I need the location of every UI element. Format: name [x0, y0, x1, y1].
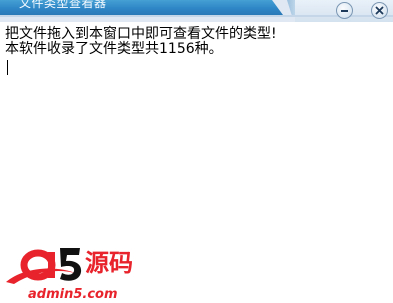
close-icon [375, 6, 384, 15]
title-divider [0, 15, 393, 17]
minimize-icon [341, 10, 348, 12]
window-title: 文件类型查看器 [19, 0, 107, 10]
svg-text:admin5.com: admin5.com [28, 287, 118, 302]
svg-text:源码: 源码 [85, 249, 133, 277]
minimize-button[interactable] [336, 2, 353, 19]
title-bar[interactable]: 文件类型查看器 [0, 0, 393, 22]
count-line: 本软件收录了文件类型共1156种。 [5, 41, 223, 57]
admin5-watermark-logo: 源码 admin5.com [6, 248, 133, 302]
info-text-box[interactable]: 把文件拖入到本窗口中即可查看文件的类型! 本软件收录了文件类型共1156种。 [5, 27, 390, 252]
instruction-line: 把文件拖入到本窗口中即可查看文件的类型! [5, 26, 277, 42]
text-caret [7, 60, 8, 75]
close-button[interactable] [371, 2, 388, 19]
